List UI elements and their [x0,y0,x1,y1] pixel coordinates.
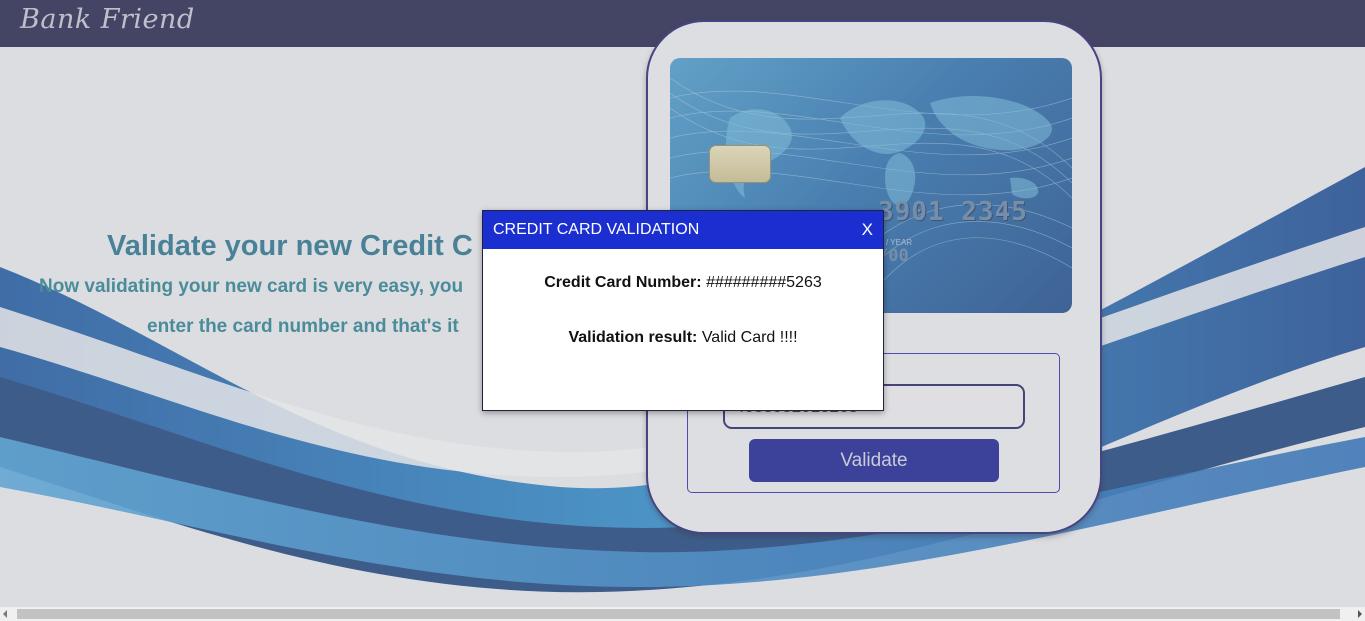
validation-result-row: Validation result: Valid Card !!!! [483,329,883,347]
scrollbar-thumb[interactable] [17,609,1340,619]
masked-card-number: #########5263 [706,274,822,291]
chevron-left-icon[interactable] [3,610,7,618]
validation-result-value: Valid Card !!!! [701,329,798,346]
horizontal-scrollbar[interactable] [0,606,1365,621]
card-number-row: Credit Card Number: #########5263 [483,274,883,292]
card-number-label: Credit Card Number: [544,274,702,291]
chevron-right-icon[interactable] [1358,610,1362,618]
dialog-header: CREDIT CARD VALIDATION X [483,211,883,249]
close-icon[interactable]: X [862,220,873,240]
dialog-title: CREDIT CARD VALIDATION [493,221,700,238]
validation-result-label: Validation result: [568,329,698,346]
validation-result-dialog: CREDIT CARD VALIDATION X Credit Card Num… [482,210,884,411]
